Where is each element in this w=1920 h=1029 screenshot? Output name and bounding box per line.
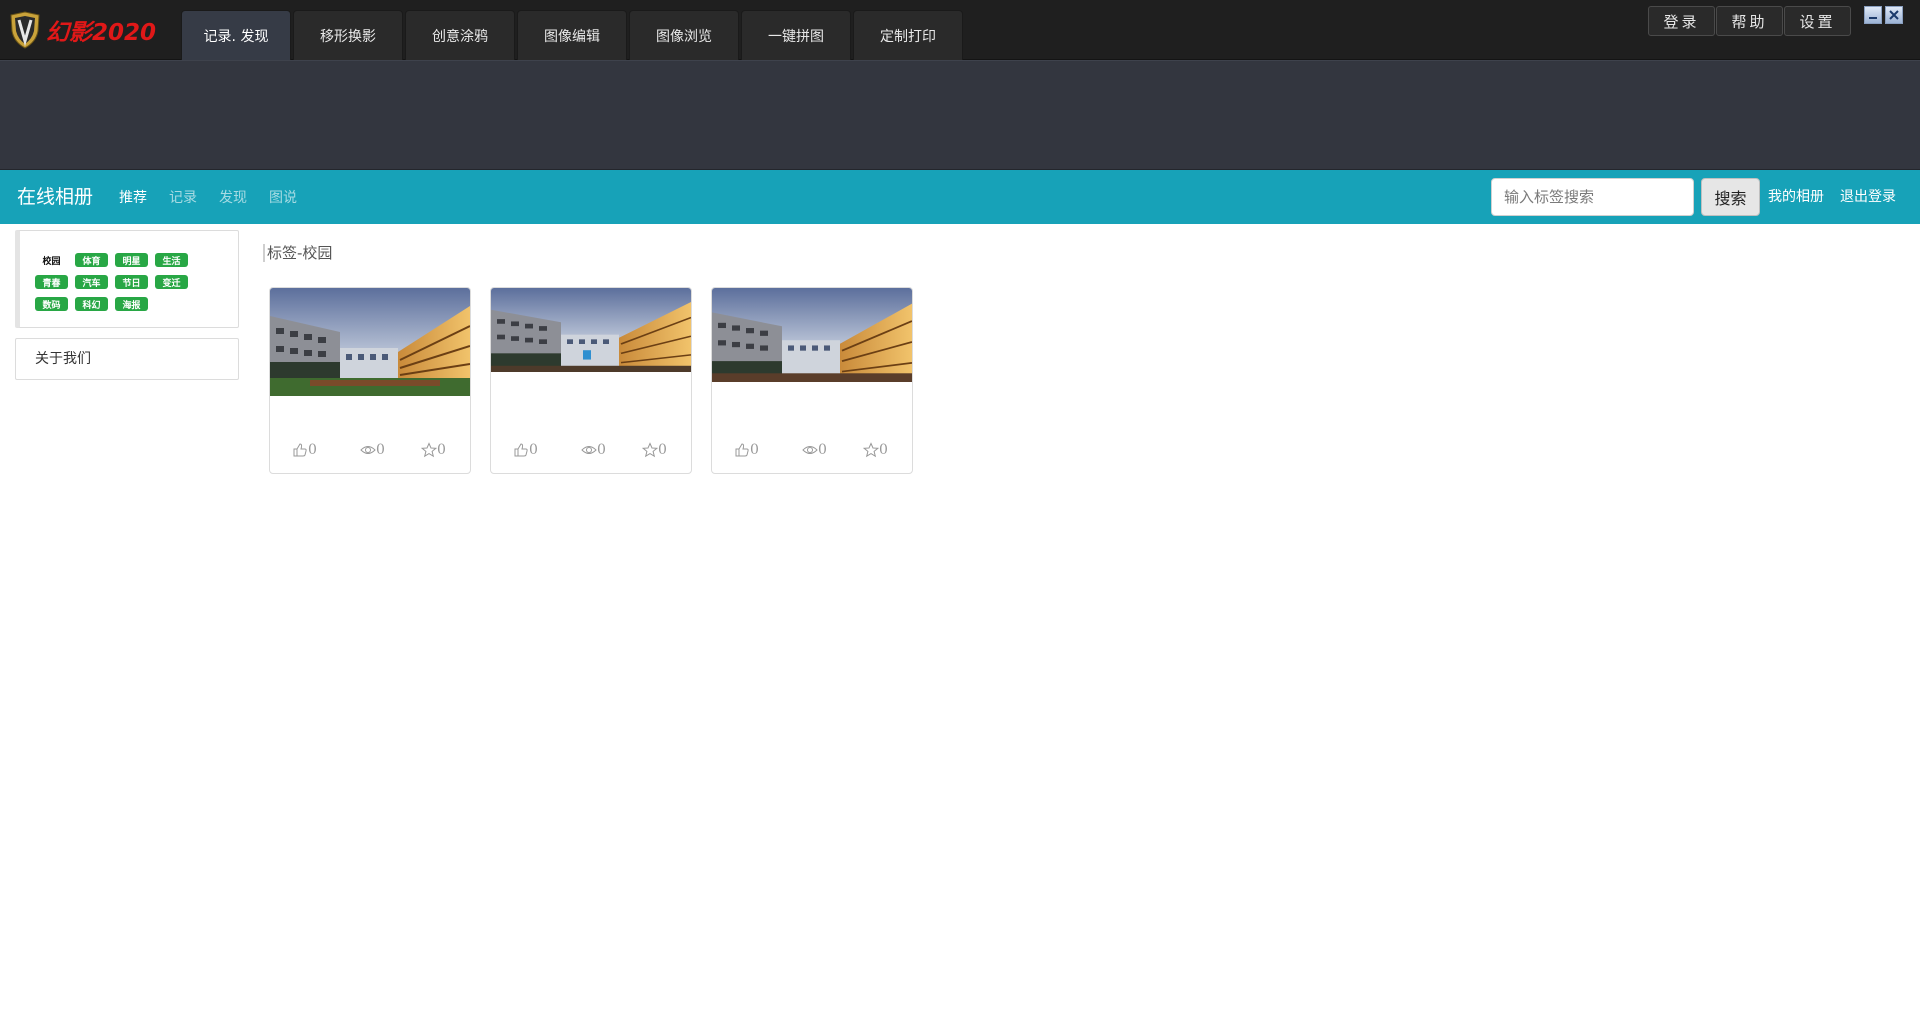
tab-transform[interactable]: 移形换影 xyxy=(293,10,403,60)
album-navbar: 在线相册 推荐 记录 发现 图说 搜索 我的相册 退出登录 xyxy=(0,170,1920,224)
tag-row: 校园 体育 明星 生活 xyxy=(35,249,235,271)
card-stats: 0 0 0 xyxy=(491,442,691,462)
tag-sports[interactable]: 体育 xyxy=(75,253,108,267)
favorite-stat[interactable]: 0 xyxy=(863,442,888,458)
banner-area xyxy=(0,60,1920,170)
favorite-count: 0 xyxy=(658,442,667,458)
like-stat[interactable]: 0 xyxy=(513,442,538,458)
tag-life[interactable]: 生活 xyxy=(155,253,188,267)
tag-search-input[interactable] xyxy=(1491,178,1694,216)
tab-doodle[interactable]: 创意涂鸦 xyxy=(405,10,515,60)
nav-record[interactable]: 记录 xyxy=(169,187,197,207)
about-us-link[interactable]: 关于我们 xyxy=(15,338,239,380)
login-button[interactable]: 登录 xyxy=(1648,6,1715,36)
view-stat[interactable]: 0 xyxy=(360,442,385,458)
close-button[interactable] xyxy=(1885,6,1903,24)
tab-custom-print[interactable]: 定制打印 xyxy=(853,10,963,60)
title-bar: 幻影2020 记录. 发现 移形换影 创意涂鸦 图像编辑 图像浏览 一键拼图 定… xyxy=(0,0,1920,60)
photo-card[interactable]: 0 0 0 xyxy=(269,287,471,474)
eye-icon xyxy=(360,446,376,454)
campus-photo xyxy=(712,288,912,382)
tab-record-discover[interactable]: 记录. 发现 xyxy=(181,10,291,60)
album-brand[interactable]: 在线相册 xyxy=(17,170,93,224)
my-album-link[interactable]: 我的相册 xyxy=(1768,170,1824,224)
eye-icon xyxy=(581,446,597,454)
thumbs-up-icon xyxy=(514,443,528,457)
card-stats: 0 0 0 xyxy=(270,442,470,462)
like-stat[interactable]: 0 xyxy=(734,442,759,458)
view-stat[interactable]: 0 xyxy=(802,442,827,458)
eye-icon xyxy=(802,446,818,454)
minimize-button[interactable] xyxy=(1864,6,1882,24)
tag-panel: 校园 体育 明星 生活 青春 汽车 节日 变迁 数码 科幻 海报 xyxy=(15,230,239,328)
photo-card[interactable]: 0 0 0 xyxy=(490,287,692,474)
tag-row: 数码 科幻 海报 xyxy=(35,293,235,315)
tag-digital[interactable]: 数码 xyxy=(35,297,68,311)
favorite-count: 0 xyxy=(437,442,446,458)
favorite-stat[interactable]: 0 xyxy=(421,442,446,458)
settings-button[interactable]: 设置 xyxy=(1784,6,1851,36)
nav-recommend[interactable]: 推荐 xyxy=(119,187,147,207)
view-count: 0 xyxy=(818,442,827,458)
app-logo-text: 幻影2020 xyxy=(46,20,157,46)
nav-discover[interactable]: 发现 xyxy=(219,187,247,207)
tab-image-edit[interactable]: 图像编辑 xyxy=(517,10,627,60)
nav-picture-story[interactable]: 图说 xyxy=(269,187,297,207)
thumbs-up-icon xyxy=(293,443,307,457)
tag-stars[interactable]: 明星 xyxy=(115,253,148,267)
tag-poster[interactable]: 海报 xyxy=(115,297,148,311)
tag-youth[interactable]: 青春 xyxy=(35,275,68,289)
help-button[interactable]: 帮助 xyxy=(1716,6,1783,36)
view-stat[interactable]: 0 xyxy=(581,442,606,458)
campus-photo xyxy=(270,288,470,396)
star-icon xyxy=(642,442,658,458)
main-tab-bar: 记录. 发现 移形换影 创意涂鸦 图像编辑 图像浏览 一键拼图 定制打印 xyxy=(181,10,965,60)
view-count: 0 xyxy=(597,442,606,458)
campus-photo xyxy=(491,288,691,372)
tag-campus[interactable]: 校园 xyxy=(35,253,68,267)
tag-cars[interactable]: 汽车 xyxy=(75,275,108,289)
top-button-group: 登录 帮助 设置 xyxy=(1648,6,1852,36)
close-icon xyxy=(1889,10,1899,20)
like-count: 0 xyxy=(308,442,317,458)
tag-changes[interactable]: 变迁 xyxy=(155,275,188,289)
photo-card[interactable]: 0 0 0 xyxy=(711,287,913,474)
tag-holidays[interactable]: 节日 xyxy=(115,275,148,289)
like-count: 0 xyxy=(529,442,538,458)
like-count: 0 xyxy=(750,442,759,458)
tag-list: 校园 体育 明星 生活 青春 汽车 节日 变迁 数码 科幻 海报 xyxy=(35,249,235,315)
breadcrumb: 标签-校园 xyxy=(263,244,332,262)
tag-row: 青春 汽车 节日 变迁 xyxy=(35,271,235,293)
star-icon xyxy=(421,442,437,458)
minimize-icon xyxy=(1869,17,1877,19)
favorite-stat[interactable]: 0 xyxy=(642,442,667,458)
view-count: 0 xyxy=(376,442,385,458)
thumbs-up-icon xyxy=(735,443,749,457)
like-stat[interactable]: 0 xyxy=(292,442,317,458)
search-button[interactable]: 搜索 xyxy=(1701,178,1760,216)
favorite-count: 0 xyxy=(879,442,888,458)
tab-collage[interactable]: 一键拼图 xyxy=(741,10,851,60)
star-icon xyxy=(863,442,879,458)
shield-logo-icon xyxy=(10,11,40,49)
logout-link[interactable]: 退出登录 xyxy=(1840,170,1896,224)
tag-scifi[interactable]: 科幻 xyxy=(75,297,108,311)
album-nav-links: 推荐 记录 发现 图说 xyxy=(119,170,319,224)
tab-image-browse[interactable]: 图像浏览 xyxy=(629,10,739,60)
app-logo: 幻影2020 xyxy=(8,10,156,50)
card-stats: 0 0 0 xyxy=(712,442,912,462)
